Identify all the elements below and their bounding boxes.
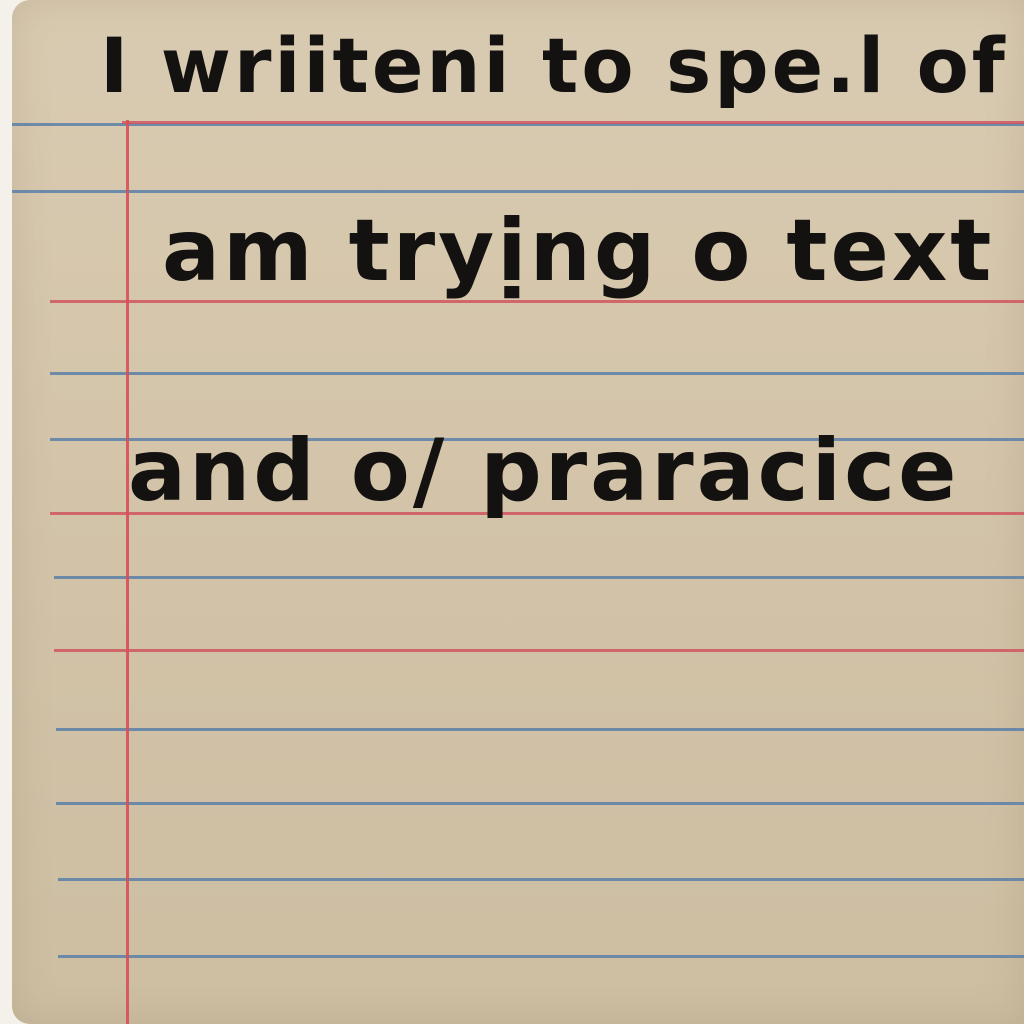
ruled-line [12,190,1024,193]
ruled-line [122,121,1024,124]
handwritten-line-3: and o/ praracice [128,421,960,521]
ruled-line [58,878,1024,881]
margin-line [126,120,129,1024]
ruled-line [56,802,1024,805]
handwritten-line-1: I wriiteni to spe.l of [100,21,1008,110]
ruled-line [54,576,1024,579]
ruled-line [58,955,1024,958]
ruled-line [54,649,1024,652]
index-card: I wriiteni to spe.l of am tryịng o text … [12,0,1024,1024]
handwritten-line-2: am tryịng o text [162,201,995,301]
ruled-line [50,372,1024,375]
ruled-line [56,728,1024,731]
